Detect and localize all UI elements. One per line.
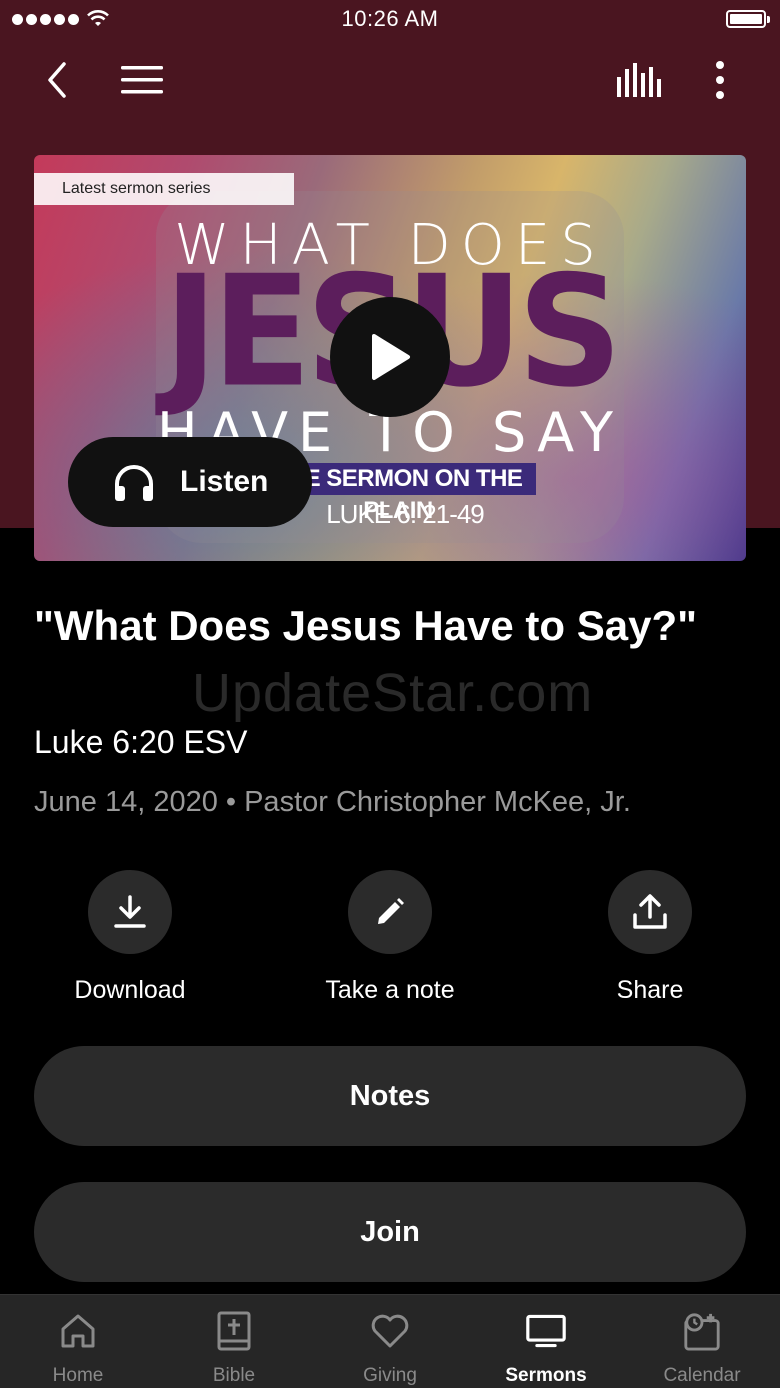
- watermark: UpdateStar.com: [192, 663, 594, 723]
- download-icon: [114, 895, 146, 928]
- tv-icon: [526, 1311, 566, 1351]
- series-label: Latest sermon series: [34, 173, 294, 205]
- audio-bars-icon: [617, 63, 661, 97]
- tab-home[interactable]: Home: [0, 1295, 156, 1388]
- back-button[interactable]: [30, 52, 86, 108]
- tab-bible-label: Bible: [212, 1365, 256, 1386]
- notes-button[interactable]: Notes: [34, 1046, 746, 1146]
- status-time: 10:26 AM: [341, 6, 439, 31]
- headphones-icon: [110, 458, 158, 506]
- bottom-tab-bar: Home Bible Giving Sermons Calendar: [0, 1294, 780, 1388]
- tab-calendar-label: Calendar: [663, 1365, 741, 1386]
- share-icon: [633, 894, 667, 929]
- audio-bars-button[interactable]: [610, 52, 666, 108]
- home-icon: [58, 1311, 98, 1351]
- download-button[interactable]: [88, 870, 172, 954]
- share-label: Share: [616, 976, 684, 1004]
- play-button[interactable]: [330, 297, 450, 417]
- tab-bible[interactable]: Bible: [156, 1295, 312, 1388]
- more-options-button[interactable]: [692, 52, 748, 108]
- bible-icon: [214, 1311, 254, 1351]
- sermon-scripture: Luke 6:20 ESV: [34, 724, 248, 760]
- hamburger-icon: [121, 66, 163, 94]
- chevron-left-icon: [48, 62, 66, 98]
- join-button[interactable]: Join: [34, 1182, 746, 1282]
- more-vertical-icon: [716, 61, 724, 99]
- take-note-label: Take a note: [325, 976, 455, 1004]
- download-label: Download: [74, 976, 186, 1004]
- take-note-button[interactable]: [348, 870, 432, 954]
- listen-button[interactable]: Listen: [68, 437, 312, 527]
- sermon-title: "What Does Jesus Have to Say?": [34, 602, 698, 649]
- battery-icon: [726, 10, 770, 28]
- take-note-action[interactable]: Take a note: [290, 870, 490, 1005]
- calendar-icon: [682, 1311, 722, 1351]
- menu-button[interactable]: [114, 52, 170, 108]
- share-action[interactable]: Share: [550, 870, 750, 1005]
- sermon-meta: June 14, 2020 • Pastor Christopher McKee…: [34, 786, 631, 818]
- heart-icon: [370, 1311, 410, 1351]
- tab-home-label: Home: [52, 1365, 104, 1386]
- status-bar: 10:26 AM: [0, 0, 780, 40]
- play-icon: [372, 334, 410, 380]
- listen-label: Listen: [180, 465, 269, 498]
- share-button[interactable]: [608, 870, 692, 954]
- download-action[interactable]: Download: [30, 870, 230, 1005]
- tab-sermons-label: Sermons: [505, 1365, 587, 1386]
- tab-giving-label: Giving: [363, 1365, 417, 1386]
- sermon-hero-image[interactable]: Latest sermon series WHAT DOES JESUS HAV…: [34, 155, 746, 561]
- tab-giving[interactable]: Giving: [312, 1295, 468, 1388]
- tab-calendar[interactable]: Calendar: [624, 1295, 780, 1388]
- tab-sermons[interactable]: Sermons: [468, 1295, 624, 1388]
- pencil-icon: [378, 898, 404, 924]
